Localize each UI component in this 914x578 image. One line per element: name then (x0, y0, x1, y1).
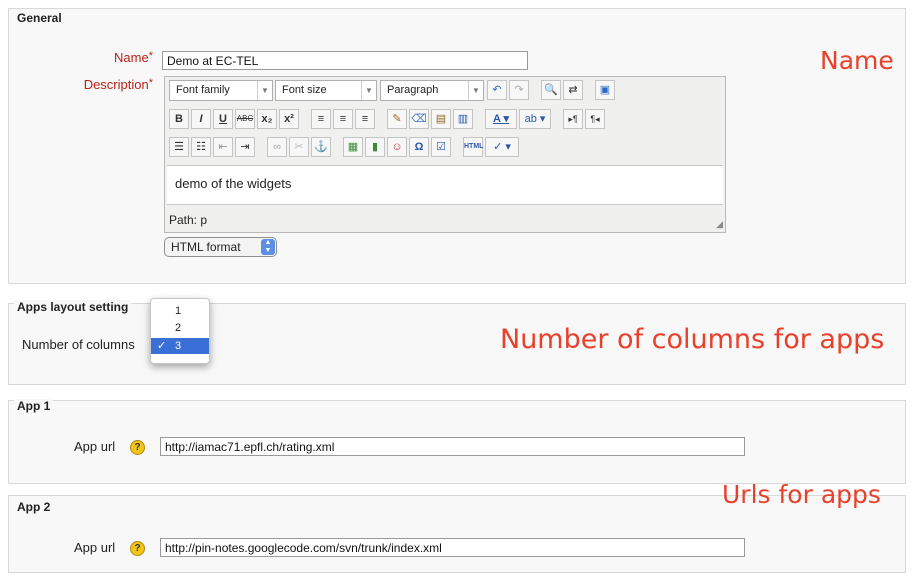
unlink-icon[interactable]: ✂ (289, 137, 309, 157)
underline-icon[interactable]: U (213, 109, 233, 129)
paste-word-icon[interactable]: ▥ (453, 109, 473, 129)
app2-url-input[interactable] (160, 538, 745, 557)
font-family-select[interactable]: Font family ▼ (169, 80, 273, 101)
columns-option[interactable]: 2 (151, 320, 209, 336)
emoticon-icon[interactable]: ☺ (387, 137, 407, 157)
app1-url-label: App url (74, 439, 116, 454)
undo-icon[interactable]: ↶ (487, 80, 507, 100)
numbered-list-icon[interactable]: ☷ (191, 137, 211, 157)
chevron-down-icon: ▼ (468, 81, 483, 100)
media-icon[interactable]: ▮ (365, 137, 385, 157)
editor-path: Path: p (169, 213, 208, 227)
html-icon[interactable]: HTML (463, 137, 483, 157)
align-center-icon[interactable]: ≡ (333, 109, 353, 129)
rich-text-editor: Font family ▼ Font size ▼ Paragraph ▼ ↶ ↷ 🔍… (164, 76, 726, 233)
general-legend: General (14, 11, 65, 25)
checkmark-icon: ✓ (157, 340, 167, 352)
app2-legend: App 2 (14, 500, 54, 514)
strikethrough-icon[interactable]: ABC (235, 109, 255, 129)
font-size-select[interactable]: Font size ▼ (275, 80, 377, 101)
find-icon[interactable]: 🔍 (541, 80, 561, 100)
columns-label: Number of columns (22, 337, 135, 352)
anchor-icon[interactable]: ⚓ (311, 137, 331, 157)
description-label: Description* (83, 77, 153, 92)
bold-icon[interactable]: B (169, 109, 189, 129)
app2-url-label: App url (74, 540, 116, 555)
resize-grip-icon[interactable]: ◢ (716, 219, 723, 230)
bullet-list-icon[interactable]: ☰ (169, 137, 189, 157)
redo-icon[interactable]: ↷ (509, 80, 529, 100)
text-color-icon[interactable]: A ▾ (485, 109, 517, 129)
replace-icon[interactable]: ⇄ (563, 80, 583, 100)
columns-option-selected[interactable]: ✓ 3 (151, 338, 209, 354)
toolbar-row-2: B I U ABC x₂ x² ≡ ≡ ≡ ✎ ⌫ ▤ ▥ A ▾ ab ▾ ▸… (167, 106, 723, 132)
form-icon[interactable]: ☑ (431, 137, 451, 157)
app1-legend: App 1 (14, 399, 54, 413)
text-format-select[interactable]: HTML format ▲ ▼ (164, 237, 277, 257)
required-marker: * (148, 77, 153, 89)
required-marker: * (148, 50, 153, 62)
format-block-select[interactable]: Paragraph ▼ (380, 80, 484, 101)
apps-layout-legend: Apps layout setting (14, 300, 132, 314)
superscript-icon[interactable]: x² (279, 109, 299, 129)
cleanup-icon[interactable]: ✎ (387, 109, 407, 129)
eraser-icon[interactable]: ⌫ (409, 109, 429, 129)
toolbar-row-1: Font family ▼ Font size ▼ Paragraph ▼ ↶ ↷ 🔍… (167, 77, 723, 103)
name-label: Name* (114, 50, 153, 65)
ltr-icon[interactable]: ▸¶ (563, 109, 583, 129)
updown-arrows-icon: ▲ ▼ (261, 239, 275, 255)
rtl-icon[interactable]: ¶◂ (585, 109, 605, 129)
highlight-icon[interactable]: ab ▾ (519, 109, 551, 129)
toolbar-row-3: ☰ ☷ ⇤ ⇥ ∞ ✂ ⚓ ▦ ▮ ☺ Ω ☑ HTML ✓ ▾ (167, 134, 723, 160)
outdent-icon[interactable]: ⇤ (213, 137, 233, 157)
editor-content[interactable]: demo of the widgets (167, 165, 723, 205)
annotation-columns: Number of columns for apps (500, 324, 885, 355)
app1-url-input[interactable] (160, 437, 745, 456)
chevron-down-icon: ▼ (361, 81, 376, 100)
image-icon[interactable]: ▦ (343, 137, 363, 157)
annotation-urls: Urls for apps (722, 480, 881, 509)
help-icon[interactable]: ? (130, 440, 145, 455)
chevron-down-icon: ▼ (257, 81, 272, 100)
help-icon[interactable]: ? (130, 541, 145, 556)
indent-icon[interactable]: ⇥ (235, 137, 255, 157)
link-icon[interactable]: ∞ (267, 137, 287, 157)
columns-option[interactable]: 1 (151, 303, 209, 319)
name-input[interactable] (162, 51, 528, 70)
italic-icon[interactable]: I (191, 109, 211, 129)
annotation-name: Name (820, 46, 894, 75)
spellcheck-icon[interactable]: ✓ ▾ (485, 137, 519, 157)
paste-text-icon[interactable]: ▤ (431, 109, 451, 129)
fullscreen-icon[interactable]: ▣ (595, 80, 615, 100)
align-left-icon[interactable]: ≡ (311, 109, 331, 129)
align-right-icon[interactable]: ≡ (355, 109, 375, 129)
columns-dropdown[interactable]: 1 2 ✓ 3 (150, 298, 210, 364)
subscript-icon[interactable]: x₂ (257, 109, 277, 129)
special-char-icon[interactable]: Ω (409, 137, 429, 157)
